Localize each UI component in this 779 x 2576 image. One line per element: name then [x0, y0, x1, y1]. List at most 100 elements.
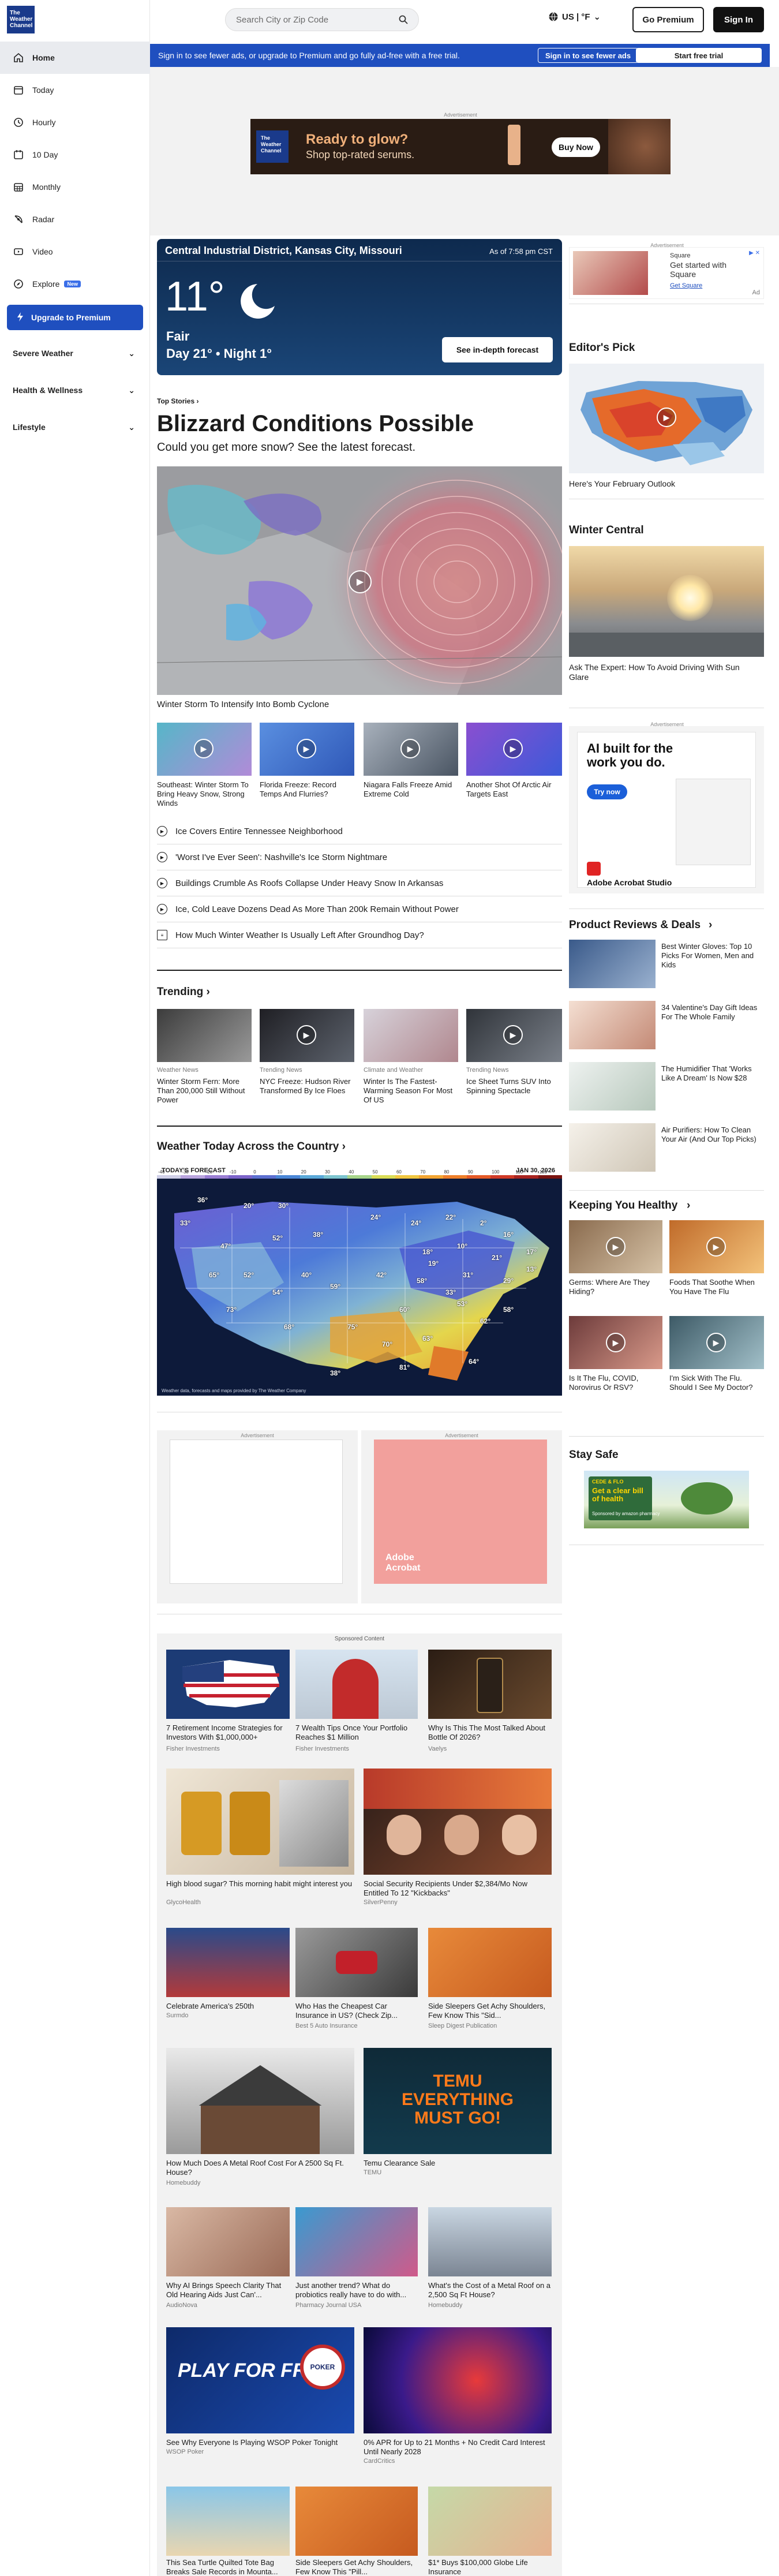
america-250-image[interactable] — [166, 1928, 290, 1997]
search-icon[interactable] — [399, 15, 408, 24]
ad-slot-right[interactable]: Advertisement Adobe Acrobat — [361, 1430, 562, 1603]
flu-foods-image[interactable]: ▶ — [669, 1220, 764, 1273]
sponsored-caption[interactable]: Just another trend? What do probiotics r… — [295, 2281, 418, 2300]
valentines-gift-image[interactable] — [569, 1001, 656, 1049]
sidebar-item-hourly[interactable]: Hourly — [0, 106, 150, 139]
product-review-item[interactable]: Best Winter Gloves: Top 10 Picks For Wom… — [661, 942, 763, 970]
trending-title[interactable]: Trending › — [157, 986, 210, 999]
metal-roof-image[interactable] — [166, 2048, 354, 2154]
weather-channel-logo[interactable]: The Weather Channel — [7, 6, 35, 33]
wealth-tips-image[interactable] — [295, 1650, 418, 1719]
story-caption[interactable]: Niagara Falls Freeze Amid Extreme Cold — [364, 780, 458, 799]
florida-freeze-thumb[interactable]: ▶ — [260, 723, 354, 776]
lead-headline[interactable]: Blizzard Conditions Possible — [157, 411, 474, 437]
ice-sheet-suv-thumb[interactable]: ▶ — [466, 1009, 562, 1062]
southeast-storm-thumb[interactable]: ▶ — [157, 723, 252, 776]
play-icon[interactable]: ▶ — [606, 1333, 626, 1352]
search-input[interactable]: Search City or Zip Code — [225, 8, 419, 31]
healthy-caption[interactable]: Is It The Flu, COVID, Norovirus Or RSV? — [569, 1374, 662, 1392]
sidebar-item-radar[interactable]: Radar — [0, 203, 150, 235]
play-icon[interactable]: ▶ — [706, 1237, 726, 1257]
germs-image[interactable]: ▶ — [569, 1220, 662, 1273]
winter-warming-thumb[interactable] — [364, 1009, 458, 1062]
play-icon[interactable]: ▶ — [503, 739, 523, 758]
sidebar-item-10-day[interactable]: 10 Day — [0, 139, 150, 171]
bomb-cyclone-map-video[interactable]: ▶ — [157, 466, 562, 695]
gloves-image[interactable] — [569, 940, 656, 988]
sign-in-button[interactable]: Sign In — [713, 7, 764, 32]
bottle-image[interactable] — [428, 1650, 552, 1719]
usa-map-flag-image[interactable] — [166, 1650, 290, 1719]
sponsored-caption[interactable]: How Much Does A Metal Roof Cost For A 25… — [166, 2159, 354, 2177]
product-review-item[interactable]: Air Purifiers: How To Clean Your Air (An… — [661, 1126, 763, 1144]
story-list-item[interactable]: ▶ Ice Covers Entire Tennessee Neighborhoo… — [157, 818, 562, 844]
sponsored-caption[interactable]: Why AI Brings Speech Clarity That Old He… — [166, 2281, 290, 2300]
buy-now-button[interactable]: Buy Now — [552, 137, 600, 157]
trending-caption[interactable]: Winter Is The Fastest-Warming Season For… — [364, 1077, 458, 1105]
us-forecast-map[interactable]: 36° 33° 20° 30° 47° 52° 38° 24° 24° 22° 2° 16° 18° 10… — [157, 1179, 562, 1396]
country-weather-title[interactable]: Weather Today Across the Country › — [157, 1141, 346, 1153]
sponsored-caption[interactable]: High blood sugar? This morning habit mig… — [166, 1879, 354, 1889]
healthy-caption[interactable]: Germs: Where Are They Hiding? — [569, 1278, 662, 1296]
sick-flu-image[interactable]: ▶ — [669, 1316, 764, 1369]
chevron-right-icon[interactable]: › — [687, 1199, 690, 1212]
flu-covid-image[interactable]: ▶ — [569, 1316, 662, 1369]
sidebar-item-today[interactable]: Today — [0, 74, 150, 106]
sponsored-caption[interactable]: This Sea Turtle Quilted Tote Bag Breaks … — [166, 2558, 290, 2576]
current-conditions-card[interactable]: Central Industrial District, Kansas City… — [157, 239, 562, 375]
start-free-trial-button[interactable]: Start free trial — [636, 48, 762, 63]
humidifier-image[interactable] — [569, 1062, 656, 1111]
product-review-item[interactable]: The Humidifier That 'Works Like A Dream'… — [661, 1064, 763, 1083]
metal-roof-cost-image[interactable] — [428, 2207, 552, 2276]
story-list-item[interactable]: ▶ Buildings Crumble As Roofs Collapse Und… — [157, 870, 562, 896]
car-insurance-image[interactable] — [295, 1928, 418, 1997]
play-icon[interactable]: ▶ — [606, 1237, 626, 1257]
sponsored-caption[interactable]: Why Is This The Most Talked About Bottle… — [428, 1723, 552, 1742]
side-sleepers-image[interactable] — [428, 1928, 552, 1997]
february-outlook-map[interactable]: ▶ — [569, 364, 764, 473]
winter-central-caption[interactable]: Ask The Expert: How To Avoid Driving Wit… — [569, 663, 759, 682]
hearing-aids-image[interactable] — [166, 2207, 290, 2276]
sponsored-caption[interactable]: Who Has the Cheapest Car Insurance in US… — [295, 2002, 418, 2020]
ad-slot-left[interactable]: Advertisement — [157, 1430, 358, 1603]
play-icon[interactable]: ▶ — [400, 739, 420, 758]
sidebar-group-severe-weather[interactable]: Severe Weather ⌄ — [0, 335, 150, 372]
play-icon[interactable]: ▶ — [349, 570, 372, 593]
globe-life-image[interactable] — [428, 2487, 552, 2556]
get-square-link[interactable]: Get Square — [670, 282, 702, 289]
social-security-image[interactable] — [364, 1769, 552, 1875]
play-icon[interactable]: ▶ — [657, 407, 676, 427]
play-icon[interactable]: ▶ — [297, 739, 316, 758]
amazon-pharmacy-ad[interactable]: CEDE & FLO Get a clear bill of health Sp… — [584, 1471, 749, 1528]
zero-apr-card-image[interactable] — [364, 2327, 552, 2433]
sea-turtle-tote-image[interactable] — [166, 2487, 290, 2556]
niagara-falls-thumb[interactable]: ▶ — [364, 723, 458, 776]
winter-storm-fern-thumb[interactable] — [157, 1009, 252, 1062]
sun-glare-image[interactable] — [569, 546, 764, 657]
sponsored-caption[interactable]: $1* Buys $100,000 Globe Life Insurance — [428, 2558, 552, 2576]
story-list-item[interactable]: ≡ How Much Winter Weather Is Usually Left… — [157, 922, 562, 948]
sidebar-item-video[interactable]: Video — [0, 235, 150, 268]
story-caption[interactable]: Florida Freeze: Record Temps And Flurrie… — [260, 780, 354, 799]
try-now-button[interactable]: Try now — [587, 784, 627, 799]
story-list-item[interactable]: ▶ Ice, Cold Leave Dozens Dead As More Tha… — [157, 896, 562, 922]
sidebar-group-health-wellness[interactable]: Health & Wellness ⌄ — [0, 372, 150, 409]
sponsored-caption[interactable]: See Why Everyone Is Playing WSOP Poker T… — [166, 2438, 354, 2447]
sponsored-caption[interactable]: Social Security Recipients Under $2,384/… — [364, 1879, 552, 1898]
story-caption[interactable]: Southeast: Winter Storm To Bring Heavy S… — [157, 780, 252, 808]
banner-sign-in-button[interactable]: Sign in to see fewer ads — [538, 48, 639, 63]
editors-pick-caption[interactable]: Here's Your February Outlook — [569, 479, 675, 489]
sidebar-item-explore[interactable]: Explore New — [0, 268, 150, 300]
unit-selector[interactable]: US | °F ⌄ — [548, 12, 601, 22]
chevron-right-icon[interactable]: › — [709, 919, 712, 932]
healthy-caption[interactable]: I'm Sick With The Flu. Should I See My D… — [669, 1374, 764, 1392]
play-icon[interactable]: ▶ — [503, 1025, 523, 1045]
air-purifier-image[interactable] — [569, 1123, 656, 1172]
play-icon[interactable]: ▶ — [706, 1333, 726, 1352]
upgrade-premium-button[interactable]: Upgrade to Premium — [7, 305, 143, 330]
sidebar-item-monthly[interactable]: Monthly — [0, 171, 150, 203]
hero-caption[interactable]: Winter Storm To Intensify Into Bomb Cycl… — [157, 700, 329, 709]
product-review-item[interactable]: 34 Valentine's Day Gift Ideas For The Wh… — [661, 1003, 763, 1022]
play-icon[interactable]: ▶ — [194, 739, 214, 758]
sponsored-caption[interactable]: Temu Clearance Sale — [364, 2159, 552, 2168]
